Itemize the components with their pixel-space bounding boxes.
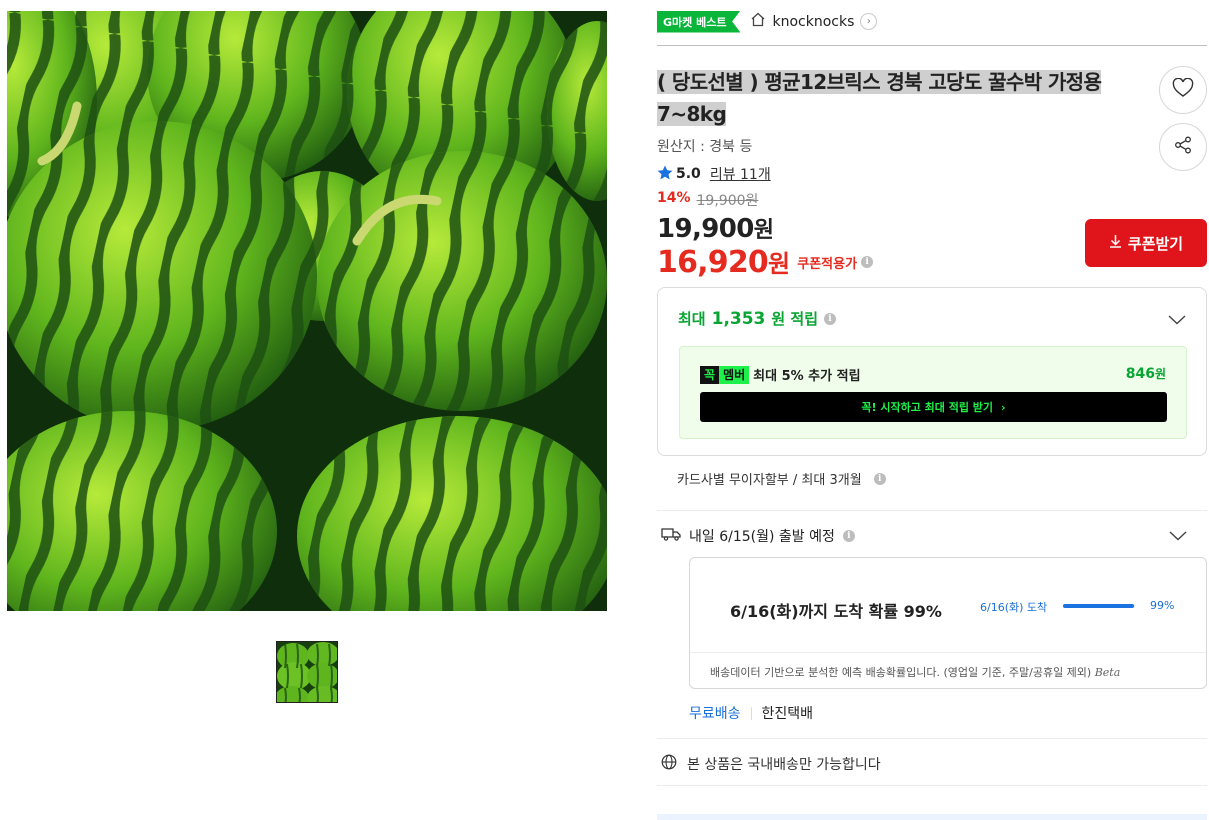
info-icon[interactable]: i bbox=[842, 530, 855, 542]
coupon-button-label: 쿠폰받기 bbox=[1127, 234, 1184, 253]
divider bbox=[750, 706, 752, 720]
shop-link[interactable]: knocknocks › bbox=[750, 12, 878, 31]
prediction-percent: 99% bbox=[1150, 599, 1175, 612]
reward-heading: 최대 1,353 원 적립 i bbox=[678, 308, 837, 329]
product-title-line1: ( 당도선별 ) 평균12브릭스 경북 고당도 꿀수박 가정용 bbox=[657, 70, 1102, 94]
coupon-apply-label: 쿠폰적용가 i bbox=[797, 253, 874, 272]
installment-text: 카드사별 무이자할부 / 최대 3개월 bbox=[677, 473, 862, 488]
shop-name: knocknocks bbox=[772, 13, 855, 30]
member-benefit-text: 최대 5% 추가 적립 bbox=[753, 369, 861, 384]
rating-row: 5.0 리뷰 11개 bbox=[657, 164, 1207, 184]
member-amount-number: 846 bbox=[1125, 366, 1155, 382]
reward-prefix: 최대 bbox=[678, 310, 706, 328]
discount-row: 14% 19,900원 bbox=[657, 190, 1207, 210]
share-button[interactable] bbox=[1159, 123, 1207, 171]
coupon-price-unit: 원 bbox=[767, 250, 790, 278]
reward-amount: 1,353 bbox=[711, 308, 766, 329]
member-amount-unit: 원 bbox=[1154, 367, 1166, 381]
free-shipping-label: 무료배송 bbox=[689, 706, 741, 722]
product-main-image bbox=[7, 11, 607, 611]
coupon-apply-text: 쿠폰적용가 bbox=[797, 256, 858, 272]
wishlist-button[interactable] bbox=[1159, 66, 1207, 114]
info-icon[interactable]: i bbox=[861, 256, 874, 268]
product-title-line2: 7~8kg bbox=[657, 102, 727, 126]
domestic-text: 본 상품은 국내배송만 가능합니다 bbox=[687, 757, 881, 773]
best-badge: G마켓 베스트 bbox=[657, 10, 741, 33]
sale-price-unit: 원 bbox=[753, 218, 774, 243]
reward-panel: 최대 1,353 원 적립 i 꼭 멤버 최대 5% 추가 적립 846원 꼭! … bbox=[657, 287, 1207, 456]
shipping-options: 무료배송 한진택배 bbox=[689, 703, 813, 723]
review-link[interactable]: 리뷰 11개 bbox=[710, 164, 771, 184]
courier-name: 한진택배 bbox=[761, 706, 814, 722]
prediction-note-text: 배송데이터 기반으로 분석한 예측 배송확률입니다. (영업일 기준, 주말/공… bbox=[710, 666, 1092, 679]
coupon-price-number: 16,920 bbox=[657, 245, 769, 280]
divider bbox=[657, 738, 1207, 739]
globe-icon bbox=[661, 754, 677, 774]
share-icon bbox=[1173, 135, 1193, 159]
shipping-departure: 내일 6/15(월) 출발 예정 i bbox=[661, 526, 855, 546]
prediction-title: 6/16(화)까지 도착 확률 99% bbox=[730, 602, 942, 621]
divider bbox=[657, 785, 1207, 786]
divider bbox=[690, 652, 1206, 653]
product-info-panel: G마켓 베스트 knocknocks › ( 당도선별 ) 평균12브릭스 경북… bbox=[657, 0, 1207, 820]
discount-percent: 14% bbox=[657, 190, 691, 206]
info-icon[interactable]: i bbox=[873, 472, 886, 485]
download-icon bbox=[1109, 234, 1122, 252]
beta-label: Beta bbox=[1094, 666, 1121, 679]
chevron-down-icon[interactable] bbox=[1169, 526, 1187, 545]
chevron-right-icon: › bbox=[1001, 400, 1006, 414]
original-price: 19,900원 bbox=[696, 193, 759, 209]
product-thumbnail[interactable] bbox=[276, 641, 338, 703]
prediction-note: 배송데이터 기반으로 분석한 예측 배송확률입니다. (영업일 기준, 주말/공… bbox=[710, 664, 1120, 680]
info-icon[interactable]: i bbox=[824, 312, 837, 325]
member-logo-part1: 꼭 bbox=[700, 365, 720, 384]
sale-price-number: 19,900 bbox=[657, 214, 754, 244]
rating-score: 5.0 bbox=[676, 166, 701, 182]
prediction-progress-fill bbox=[1063, 604, 1135, 608]
member-benefit-box: 꼭 멤버 최대 5% 추가 적립 846원 꼭! 시작하고 최대 적립 받기 › bbox=[679, 346, 1187, 439]
home-icon bbox=[750, 12, 766, 31]
prediction-label: 6/16(화) 도착 bbox=[980, 601, 1048, 614]
member-logo: 꼭 멤버 bbox=[700, 365, 750, 384]
coupon-download-button[interactable]: 쿠폰받기 bbox=[1085, 219, 1207, 267]
chevron-down-icon[interactable] bbox=[1168, 310, 1186, 329]
chevron-right-icon: › bbox=[860, 13, 878, 30]
truck-icon bbox=[661, 527, 681, 545]
member-benefit-line: 꼭 멤버 최대 5% 추가 적립 bbox=[700, 365, 861, 384]
reward-suffix: 원 적립 bbox=[771, 310, 819, 328]
departure-text: 내일 6/15(월) 출발 예정 bbox=[689, 529, 835, 545]
divider bbox=[657, 510, 1207, 511]
member-cta-label: 꼭! 시작하고 최대 적립 받기 bbox=[861, 401, 994, 414]
product-title: ( 당도선별 ) 평균12브릭스 경북 고당도 꿀수박 가정용 7~8kg bbox=[657, 66, 1137, 130]
next-section-strip bbox=[657, 814, 1207, 820]
seller-bar: G마켓 베스트 knocknocks › bbox=[657, 0, 1207, 46]
coupon-price: 16,920원 bbox=[657, 244, 790, 280]
member-logo-part2: 멤버 bbox=[719, 365, 750, 384]
installment-info: 카드사별 무이자할부 / 최대 3개월 i bbox=[677, 469, 886, 488]
prediction-progress-bar bbox=[1063, 604, 1135, 608]
domestic-shipping-note: 본 상품은 국내배송만 가능합니다 bbox=[661, 754, 881, 774]
heart-icon bbox=[1172, 77, 1194, 102]
member-signup-button[interactable]: 꼭! 시작하고 최대 적립 받기 › bbox=[700, 392, 1167, 422]
star-icon bbox=[657, 165, 673, 184]
delivery-prediction-box: 6/16(화)까지 도착 확률 99% 6/16(화) 도착 99% 배송데이터… bbox=[689, 557, 1207, 689]
member-amount: 846원 bbox=[1126, 365, 1166, 382]
origin-text: 원산지 : 경북 등 bbox=[657, 139, 753, 155]
